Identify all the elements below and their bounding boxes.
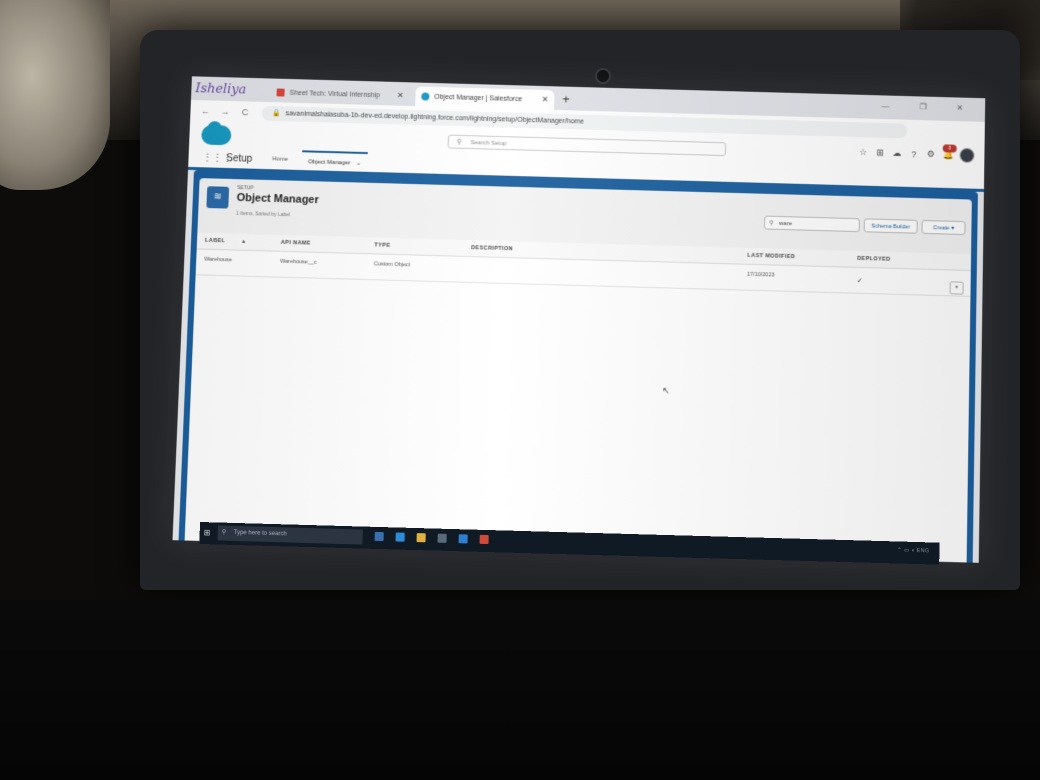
- cell-label-link[interactable]: Warehouse: [204, 257, 232, 264]
- taskbar-search-placeholder: Type here to search: [233, 529, 287, 538]
- layers-icon: ≋: [206, 186, 230, 209]
- avatar[interactable]: [959, 147, 975, 164]
- gmail-icon: [276, 88, 285, 97]
- column-description[interactable]: DESCRIPTION: [471, 245, 513, 252]
- favorites-icon[interactable]: ☆: [858, 147, 868, 158]
- page-title: Object Manager: [236, 191, 320, 207]
- objects-table: LABEL ▲ API NAME TYPE DESCRIPTION LAST MO…: [184, 232, 972, 563]
- forward-button[interactable]: →: [220, 107, 230, 117]
- setup-search-input[interactable]: ⚲ Search Setup: [447, 134, 727, 157]
- check-icon: ✓: [856, 277, 863, 285]
- cell-api-name: Warehouse__c: [279, 258, 317, 266]
- edge-icon[interactable]: [395, 532, 405, 542]
- search-icon: ⚲: [456, 138, 462, 146]
- mouse-cursor-icon: ↖: [662, 385, 670, 396]
- page-eyebrow: SETUP: [236, 185, 254, 192]
- column-last-modified[interactable]: LAST MODIFIED: [747, 253, 795, 260]
- tab-object-manager-nav[interactable]: Object Manager ⌄: [301, 150, 368, 172]
- tab-label: Sheet Tech: Virtual Internship: [289, 89, 381, 99]
- laptop-screen: Isheliya Sheet Tech: Virtual Internship …: [172, 76, 986, 563]
- app-launcher-icon[interactable]: ⋮⋮⋮: [202, 152, 232, 164]
- quick-find-value: ware: [778, 220, 793, 228]
- reload-button[interactable]: C: [240, 107, 250, 117]
- create-label: Create: [933, 225, 950, 232]
- nav-home[interactable]: Home: [272, 156, 288, 162]
- page-body: ≋ SETUP Object Manager 1 Items, Sorted b…: [178, 170, 978, 563]
- trailhead-icon[interactable]: ☁: [892, 148, 902, 159]
- cell-type: Custom Object: [373, 261, 411, 269]
- system-tray: ⌃ ▭ ◖ ENG: [897, 547, 930, 555]
- lock-icon: 🔒: [271, 109, 281, 117]
- tab-label: Object Manager | Salesforce: [434, 93, 523, 103]
- back-button[interactable]: ←: [200, 106, 210, 116]
- url-text: savanimalshalasuba-1b-dev-ed.develop.lig…: [285, 109, 585, 126]
- sort-arrow-icon: ▲: [241, 238, 247, 245]
- column-type[interactable]: TYPE: [374, 242, 390, 248]
- salesforce-logo[interactable]: [201, 124, 232, 146]
- cell-last-modified: 17/10/2023: [746, 271, 775, 279]
- file-explorer-icon[interactable]: [416, 533, 426, 543]
- new-tab-button[interactable]: +: [562, 90, 570, 110]
- column-api-name[interactable]: API NAME: [281, 240, 311, 247]
- task-view-icon[interactable]: [374, 531, 384, 542]
- close-icon[interactable]: ✕: [397, 91, 404, 100]
- quick-find-input[interactable]: ⚲ ware: [763, 215, 860, 233]
- app-name: Setup: [226, 152, 253, 165]
- store-icon[interactable]: [437, 533, 447, 543]
- gear-icon[interactable]: ⚙: [926, 149, 936, 160]
- notification-badge: 3: [942, 144, 957, 153]
- row-actions-chevron-down-icon[interactable]: ▾: [949, 281, 964, 295]
- search-placeholder: Search Setup: [470, 140, 507, 148]
- taskbar-search-input[interactable]: ⚲ Type here to search: [217, 525, 363, 545]
- column-deployed[interactable]: DEPLOYED: [857, 256, 891, 263]
- salesforce-icon: [421, 92, 430, 101]
- chrome-icon[interactable]: [479, 534, 489, 545]
- background-object: [0, 0, 110, 190]
- header-icons: ☆ ⊞ ☁ ? ⚙ 🔔 3: [858, 144, 975, 164]
- search-icon: ⚲: [769, 220, 774, 227]
- add-icon[interactable]: ⊞: [875, 147, 885, 158]
- tab-scribble: Isheliya: [195, 81, 247, 98]
- laptop-base-shadow: [0, 600, 1040, 780]
- close-icon[interactable]: ✕: [542, 95, 549, 104]
- bell-icon[interactable]: 🔔 3: [943, 144, 957, 160]
- taskbar-apps: [374, 531, 489, 545]
- create-button[interactable]: Create ▾: [921, 219, 966, 236]
- schema-builder-button[interactable]: Schema Builder: [863, 218, 918, 234]
- window-controls[interactable]: — ❐ ✕: [881, 101, 977, 112]
- help-icon[interactable]: ?: [909, 149, 919, 159]
- column-label[interactable]: LABEL ▲: [205, 238, 247, 245]
- nav-label: Object Manager: [307, 159, 351, 167]
- chevron-down-icon[interactable]: ⌄: [356, 161, 361, 167]
- webcam-icon: [595, 68, 611, 84]
- windows-start-icon[interactable]: ⊞: [204, 528, 211, 537]
- mail-icon[interactable]: [458, 534, 468, 544]
- page-meta: 1 Items, Sorted by Label: [235, 210, 291, 219]
- search-icon: ⚲: [221, 529, 227, 536]
